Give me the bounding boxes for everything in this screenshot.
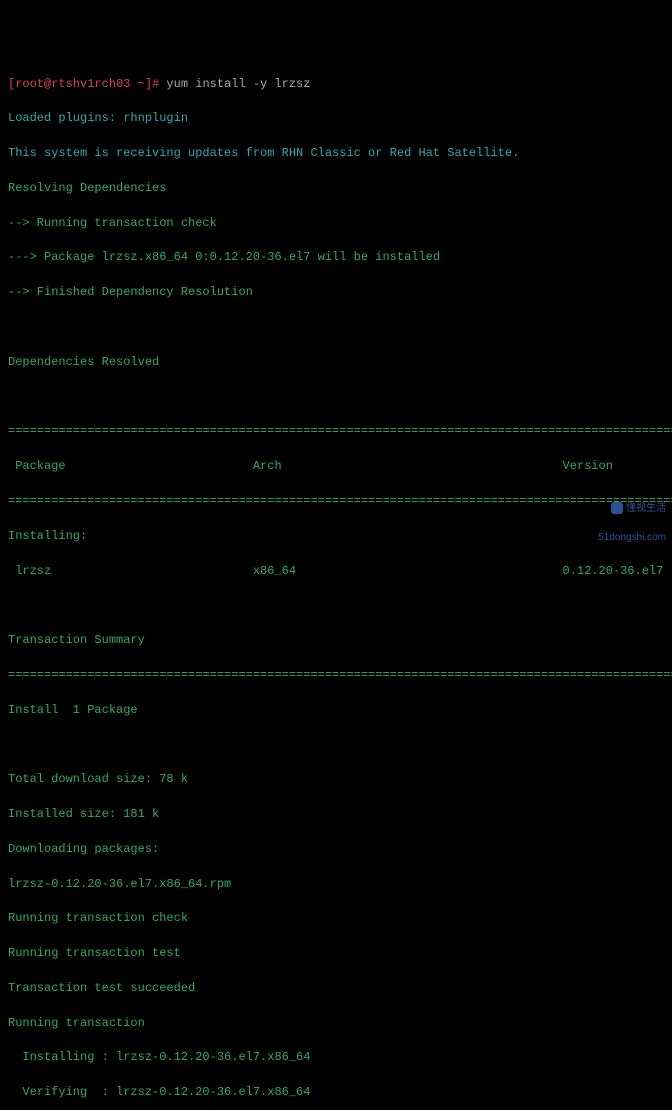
separator: ========================================… <box>8 493 664 510</box>
output-line: Install 1 Package <box>8 702 664 719</box>
watermark-text-domain: 51dongshi.com <box>598 532 666 543</box>
output-line: --> Finished Dependency Resolution <box>8 284 664 301</box>
prompt-command: yum install -y lrzsz <box>159 77 310 91</box>
output-line: This system is receiving updates from RH… <box>8 145 664 162</box>
output-line: Running transaction check <box>8 910 664 927</box>
blank-line <box>8 319 664 336</box>
output-line: --> Running transaction check <box>8 215 664 232</box>
output-line: Transaction Summary <box>8 632 664 649</box>
table-row: lrzsz x86_64 0.12.20-36.el7 <box>8 563 664 580</box>
blank-line <box>8 736 664 753</box>
output-line: Downloading packages: <box>8 841 664 858</box>
output-line: Installed size: 181 k <box>8 806 664 823</box>
watermark-logo-icon <box>611 502 623 514</box>
prompt-user: [root@rtshv1rch03 ~]# <box>8 77 159 91</box>
output-line: Dependencies Resolved <box>8 354 664 371</box>
watermark-text-cn: 懂视生活 <box>626 503 666 514</box>
prompt-line: [root@rtshv1rch03 ~]# yum install -y lrz… <box>8 76 664 93</box>
output-line: Transaction test succeeded <box>8 980 664 997</box>
watermark: 懂视生活 51dongshi.com <box>593 487 666 545</box>
output-line: Installing: <box>8 528 664 545</box>
blank-line <box>8 597 664 614</box>
separator: ========================================… <box>8 667 664 684</box>
output-line: Resolving Dependencies <box>8 180 664 197</box>
table-header: Package Arch Version <box>8 458 664 475</box>
output-line: Running transaction test <box>8 945 664 962</box>
separator: ========================================… <box>8 423 664 440</box>
output-line: ---> Package lrzsz.x86_64 0:0.12.20-36.e… <box>8 249 664 266</box>
output-line: Verifying : lrzsz-0.12.20-36.el7.x86_64 <box>8 1084 664 1101</box>
blank-line <box>8 389 664 406</box>
output-line: Loaded plugins: rhnplugin <box>8 110 664 127</box>
output-line: lrzsz-0.12.20-36.el7.x86_64.rpm <box>8 876 664 893</box>
output-line: Running transaction <box>8 1015 664 1032</box>
output-line: Installing : lrzsz-0.12.20-36.el7.x86_64 <box>8 1049 664 1066</box>
output-line: Total download size: 78 k <box>8 771 664 788</box>
